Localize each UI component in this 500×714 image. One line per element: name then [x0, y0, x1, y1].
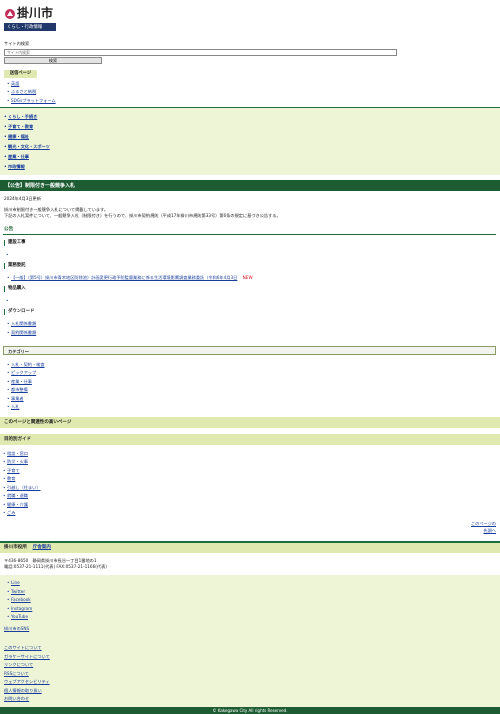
related-heading-bar — [0, 417, 500, 428]
related-heading: このページと関連性の高いページ — [4, 419, 72, 425]
notice-heading: 公告 — [4, 227, 14, 232]
nav-item-health[interactable]: 健康・福祉 — [4, 134, 29, 140]
category-link-industry[interactable]: 産業・仕事 — [7, 379, 32, 385]
guide-link-health[interactable]: 健康・介護 — [3, 502, 28, 508]
footer-link-about[interactable]: このサイトについて — [4, 645, 42, 650]
footer-links-band — [0, 575, 500, 707]
sns-label-link[interactable]: 掛川市のSNS — [4, 626, 29, 631]
quick-link-english[interactable]: 英語 — [7, 81, 20, 87]
home-label[interactable]: 送信ページ — [4, 70, 37, 78]
search-label: サイト内検索 — [4, 41, 30, 46]
guide-link-garbage[interactable]: ごみ — [3, 510, 16, 516]
section-service: 業務委託 — [4, 263, 26, 269]
guide-link-consult[interactable]: 相談・窓口 — [3, 451, 28, 457]
guide-link-moving[interactable]: 引越し（住まい） — [3, 485, 40, 491]
logo-text: 掛川市 — [17, 6, 54, 20]
footer-link-privacy[interactable]: 個人情報の取り扱い — [4, 688, 42, 693]
download-bid-documents[interactable]: 入札関係書類 — [7, 321, 36, 327]
nav-item-tourism[interactable]: 観光・文化・スポーツ — [4, 144, 50, 150]
quick-link-furusato[interactable]: ふるさと納税 — [7, 89, 36, 95]
sns-link-twitter[interactable]: Twitter — [7, 589, 25, 595]
category-link-tender[interactable]: 入札 — [7, 404, 20, 410]
footer-link-mobile[interactable]: ガラケーサイトについて — [4, 654, 50, 659]
sns-link-instagram[interactable]: Instagram — [7, 606, 32, 612]
sns-link-youtube[interactable]: YouTube — [7, 614, 28, 620]
category-link-business[interactable]: 事業者 — [7, 396, 23, 402]
footer-link-contact[interactable]: お問い合わせ — [4, 696, 29, 701]
quick-link-sdgs[interactable]: SDGsプラットフォーム — [7, 98, 56, 104]
category-link-urban[interactable]: 都市整備 — [7, 387, 28, 393]
office-guide-link[interactable]: 庁舎案内 — [33, 545, 51, 550]
category-link-pickup[interactable]: ピックアップ — [7, 370, 36, 376]
copyright-text: © Kakegawa City All rights Reserved. — [212, 708, 288, 713]
sns-link-line[interactable]: Line — [7, 580, 20, 586]
updated-date: 2024年4月3日更新 — [4, 196, 41, 201]
category-link-bid[interactable]: 入札・契約・検査 — [7, 362, 44, 368]
footer-link-rss[interactable]: RSSについて — [4, 671, 29, 676]
nav-item-industry[interactable]: 産業・仕事 — [4, 154, 29, 160]
header-tagline[interactable]: くらし・行政情報 — [4, 23, 56, 31]
footer-office-name: 掛川市役所 庁舎案内 — [4, 544, 51, 550]
guide-link-employment[interactable]: 就職・退職 — [3, 493, 28, 499]
nav-item-city-admin[interactable]: 市政情報 — [4, 164, 25, 170]
intro-text-2: 下記の入札案件について、一般競争入札（制限付き）を行うので、掛川市契約規則（平成… — [4, 213, 281, 218]
notice-rule — [3, 234, 496, 235]
section-download: ダウンロード — [4, 309, 34, 315]
footer-phone: 電話:0537-21-1111(代表) FAX:0537-21-1166(代表) — [4, 564, 107, 569]
footer-address: 〒436-8650 静岡県掛川市長谷一丁目1番地の1 — [4, 557, 97, 563]
section-goods: 物品購入 — [4, 286, 26, 292]
city-emblem-icon — [5, 9, 15, 19]
footer-link-accessibility[interactable]: ウェブアクセシビリティ — [4, 679, 50, 684]
section-construction: 建設工事 — [4, 240, 26, 246]
service-item[interactable]: 【一般】（第5号）掛川市青木地区防除池）計画変更行政予防監督業務に係る生活環境影… — [7, 274, 253, 281]
nav-item-life[interactable]: くらし・手続き — [4, 114, 37, 120]
category-box — [3, 346, 496, 355]
intro-text-1: 掛川市制限付き一般競争入札について掲載しています。 — [4, 207, 109, 212]
footer-link-links[interactable]: リンクについて — [4, 662, 33, 667]
page-top-link[interactable]: このページの 先頭へ — [462, 521, 496, 534]
guide-link-disaster[interactable]: 防災・火事 — [3, 459, 28, 465]
sns-link-facebook[interactable]: Facebook — [7, 597, 31, 603]
page-title: 【公告】制限付き一般競争入札 — [5, 182, 76, 189]
nav-item-children[interactable]: 子育て・教育 — [4, 124, 33, 130]
global-nav — [0, 108, 500, 175]
service-notice-link[interactable]: 【一般】（第5号）掛川市青木地区防除池）計画変更行政予防監督業務に係る生活環境影… — [11, 275, 237, 280]
category-heading: カテゴリー — [8, 348, 29, 354]
guide-link-education[interactable]: 教育 — [3, 476, 16, 482]
download-contract-documents[interactable]: 契約関係書類 — [7, 330, 36, 336]
search-input[interactable] — [4, 48, 397, 56]
footer-office-bar — [0, 542, 500, 553]
guide-heading: 目的別ガイド — [4, 436, 31, 442]
guide-heading-bar — [0, 434, 500, 445]
new-badge: NEW — [242, 274, 253, 280]
guide-link-childcare[interactable]: 子育て — [3, 468, 19, 474]
search-button[interactable]: 検索 — [4, 56, 102, 64]
